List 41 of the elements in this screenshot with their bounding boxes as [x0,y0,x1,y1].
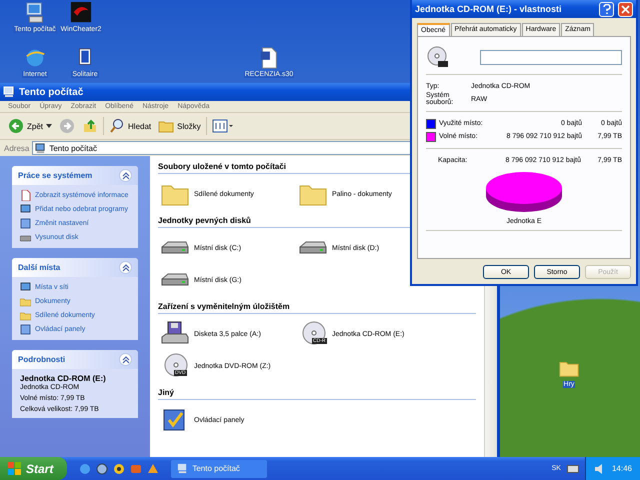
group-heading: Jiný [158,388,476,400]
group-heading: Zařízení s vyměnitelným úložištěm [158,302,476,314]
close-icon [621,4,630,14]
views-button[interactable] [210,117,236,135]
computer-icon [3,86,15,98]
app-icon[interactable] [147,462,160,474]
help-button[interactable] [599,2,614,16]
collapse-icon[interactable] [119,169,132,182]
monitor-icon [20,204,31,215]
caret-icon [46,124,52,128]
document-icon [20,190,31,201]
close-button[interactable] [618,2,633,16]
app-icon[interactable] [70,1,92,25]
folder-icon [20,310,31,321]
back-button[interactable]: Zpět [6,117,54,135]
cd-icon [426,45,450,69]
detail-name: Jednotka CD-ROM (E:) [20,374,107,383]
monitor-icon [20,282,31,293]
windows-flag-icon [8,462,22,476]
window-title: Tento počítač [19,86,84,98]
media-icon[interactable] [113,462,126,474]
clock[interactable]: 14:46 [612,464,632,473]
collapse-icon[interactable] [119,261,132,274]
collapse-icon[interactable] [119,353,132,366]
document-icon[interactable] [258,46,280,70]
folder-icon [20,296,31,307]
details-title[interactable]: Podrobnosti [18,355,66,364]
taskbar-button[interactable]: Tento počítač [171,460,268,478]
question-mark-icon [602,4,610,14]
search-button[interactable]: Hledat [107,117,154,135]
computer-icon[interactable] [24,1,46,25]
task-box-title[interactable]: Další místa [18,263,60,272]
folders-button[interactable]: Složky [156,117,203,135]
search-icon [109,118,126,134]
window-title: Jednotka CD-ROM (E:) - vlastnosti [415,4,563,14]
computer-icon [177,463,188,474]
drive-name-field[interactable] [480,50,622,64]
address-label: Adresa [4,144,30,152]
keyboard-icon[interactable] [566,464,579,472]
start-button[interactable]: Start [0,457,68,480]
computer-icon [35,142,46,154]
